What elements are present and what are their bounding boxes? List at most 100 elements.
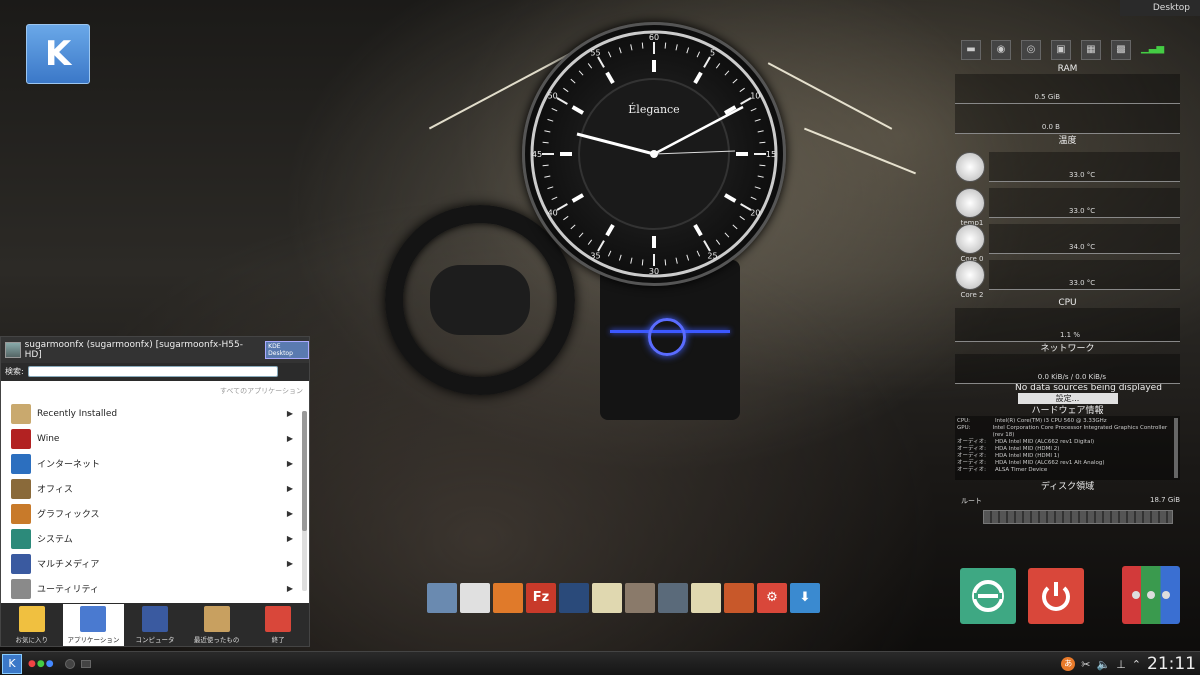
swap-value: 0.0 B: [1041, 123, 1060, 131]
clock-number: 25: [707, 251, 717, 260]
menu-item-icon: [11, 553, 31, 574]
menu-item[interactable]: Recently Installed ▶: [1, 401, 309, 426]
menu-item[interactable]: オフィス ▶: [1, 476, 309, 501]
hw-value: HDA Intel MID (HDMI 1): [995, 453, 1060, 459]
disk-title: ディスク領域: [1040, 482, 1095, 492]
menu-item[interactable]: マルチメディア ▶: [1, 551, 309, 576]
power-icon: [1042, 582, 1070, 611]
sync-tile[interactable]: [960, 568, 1016, 624]
chevron-right-icon: ▶: [286, 459, 293, 468]
disc-burner-icon[interactable]: [559, 583, 589, 613]
temp-sensor-row: 33.0 °C: [955, 146, 1180, 182]
menu-app-list: すべてのアプリケーション Recently Installed ▶ Wine ▶ インタ…: [1, 381, 309, 603]
disk-icon[interactable]: ◉: [991, 40, 1011, 60]
network-value: 0.0 KiB/s / 0.0 KiB/s: [1037, 373, 1106, 381]
menu-item[interactable]: ユーティリティ ▶: [1, 576, 309, 601]
ram-title: RAM: [1057, 64, 1078, 74]
temp-gauge: temp1: [955, 188, 987, 227]
filezilla-icon[interactable]: Fz: [526, 583, 556, 613]
menu-tab-icon: [265, 606, 292, 632]
hw-row: オーディオ: HDA Intel MID (ALC662 rev1 Digital…: [957, 439, 1178, 446]
swap-graph: 0.0 B: [955, 104, 1180, 134]
notification-icon[interactable]: [64, 658, 75, 669]
menu-item-label: インターネット: [37, 460, 101, 470]
file-manager-icon[interactable]: [427, 583, 457, 613]
avatar: [5, 342, 21, 358]
menu-item[interactable]: システム ▶: [1, 526, 309, 551]
menu-tabs: お気に入り アプリケーション コンピュータ 最近使ったもの 終了: [1, 604, 309, 646]
harddrive-icon[interactable]: ◎: [1021, 40, 1041, 60]
settings-button[interactable]: 設定...: [1017, 393, 1118, 404]
apps-dots-icon: [1132, 591, 1170, 599]
hw-value: ALSA Timer Device: [995, 467, 1048, 473]
temp-value: 33.0 °C: [1069, 171, 1096, 179]
cpu-icon[interactable]: ▩: [1111, 40, 1131, 60]
chevron-right-icon: ▶: [286, 534, 293, 543]
clipboard-icon[interactable]: ✂: [1081, 658, 1090, 671]
download-icon[interactable]: ⬇: [790, 583, 820, 613]
notes-icon[interactable]: [592, 583, 622, 613]
clock-number: 40: [548, 209, 558, 218]
kde-logo-icon[interactable]: K: [26, 24, 90, 84]
clock-number: 60: [649, 33, 659, 42]
menu-item[interactable]: グラフィックス ▶: [1, 501, 309, 526]
taskbar-clock[interactable]: 21:11: [1147, 654, 1196, 674]
menu-tab[interactable]: 終了: [247, 604, 309, 646]
kde-launcher-button[interactable]: K: [2, 653, 22, 674]
firefox-icon[interactable]: [493, 583, 523, 613]
clock-number: 10: [750, 92, 760, 101]
hw-key: CPU:: [957, 418, 971, 424]
hw-value: Intel Corporation Core Processor Integra…: [992, 425, 1168, 438]
input-method-icon[interactable]: あ: [1061, 657, 1076, 671]
menu-scroll-thumb[interactable]: [302, 411, 307, 531]
hw-key: GPU:: [957, 425, 971, 431]
settings-icon[interactable]: ⚙: [757, 583, 787, 613]
activity-dots-icon[interactable]: ●●●: [28, 659, 55, 669]
disk-label: ルート: [961, 497, 982, 505]
hw-row: オーディオ: HDA Intel MID (HDMI 2): [957, 446, 1178, 453]
menu-tab[interactable]: 最近使ったもの: [186, 604, 248, 646]
menu-tab-icon: [18, 606, 45, 632]
network-graph: 0.0 KiB/s / 0.0 KiB/s: [955, 354, 1180, 384]
analog-clock-widget: 60 5 10 15 20 25 30 35 40 45 50 55 Élegance: [522, 22, 786, 286]
menu-item-icon: [11, 478, 31, 499]
tray-expand-icon[interactable]: ⌃: [1132, 658, 1141, 671]
menu-tab[interactable]: コンピュータ: [124, 604, 186, 646]
menu-tab[interactable]: お気に入り: [1, 604, 63, 646]
window-list-icon[interactable]: [80, 659, 91, 668]
hw-key: オーディオ:: [957, 453, 986, 459]
search-input[interactable]: [27, 365, 278, 377]
hw-value: HDA Intel MID (ALC662 rev1 Digital): [995, 439, 1095, 445]
power-tile[interactable]: [1028, 568, 1084, 624]
temperature-icon[interactable]: ▣: [1051, 40, 1071, 60]
menu-item-label: マルチメディア: [37, 560, 100, 570]
menu-tab-label: 終了: [271, 636, 285, 644]
gimp-icon[interactable]: [625, 583, 655, 613]
volume-icon[interactable]: 🔈: [1096, 658, 1110, 671]
temp-value: 33.0 °C: [1069, 279, 1096, 287]
temp-sensor-row: Core 2 33.0 °C: [955, 254, 1180, 299]
ram-icon[interactable]: ▬: [961, 40, 981, 60]
cpu-value: 1.1 %: [1059, 331, 1080, 339]
text-editor-icon[interactable]: [691, 583, 721, 613]
network-icon[interactable]: ▦: [1081, 40, 1101, 60]
menu-tab[interactable]: アプリケーション: [62, 604, 125, 646]
inkscape-icon[interactable]: [658, 583, 688, 613]
hardware-info: CPU: Intel(R) Core(TM) i3 CPU 560 @ 3.33G…: [955, 416, 1180, 480]
hw-scrollbar[interactable]: [1174, 418, 1178, 478]
menu-scrollbar[interactable]: [302, 411, 307, 591]
temp-graph: 33.0 °C: [989, 188, 1180, 218]
temp-gauge: Core 0: [955, 224, 987, 263]
wallpaper-blue-ring: [648, 318, 686, 356]
temp-gauge: Core 2: [955, 260, 987, 299]
chrome-icon[interactable]: [460, 583, 490, 613]
menu-item[interactable]: Wine ▶: [1, 426, 309, 451]
temp-sensor-row: temp1 33.0 °C: [955, 182, 1180, 227]
signal-icon[interactable]: ▁▃▅: [1141, 40, 1164, 60]
apps-tile[interactable]: [1122, 566, 1180, 624]
desktop-button[interactable]: Desktop: [1120, 0, 1200, 16]
media-player-icon[interactable]: [724, 583, 754, 613]
network-tray-icon[interactable]: ⊥: [1116, 658, 1126, 671]
menu-item[interactable]: インターネット ▶: [1, 451, 309, 476]
dock: Fz ⚙ ⬇: [427, 583, 820, 613]
